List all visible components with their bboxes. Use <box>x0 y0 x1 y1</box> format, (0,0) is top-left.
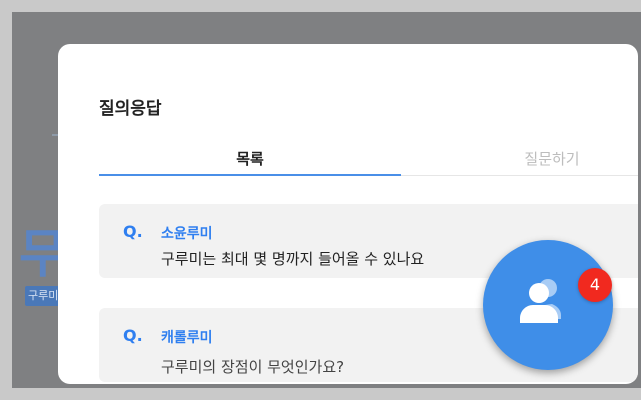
participants-button[interactable] <box>483 240 613 370</box>
modal-title: 질의응답 <box>99 99 162 119</box>
question-text: 구루미의 장점이 무엇인가요? <box>161 358 345 376</box>
question-marker: Q. <box>123 326 143 345</box>
tab-ask-question[interactable]: 질문하기 <box>401 148 638 169</box>
question-author: 소윤루미 <box>161 226 213 242</box>
tab-list[interactable]: 목록 <box>99 148 401 169</box>
tab-divider <box>401 175 638 176</box>
user-icon <box>520 279 561 323</box>
question-author: 캐롤루미 <box>161 330 213 346</box>
participant-count-badge: 4 <box>578 268 612 302</box>
question-text: 구루미는 최대 몇 명까지 들어올 수 있나요 <box>161 250 425 268</box>
question-marker: Q. <box>123 222 143 241</box>
active-tab-indicator <box>99 174 401 176</box>
